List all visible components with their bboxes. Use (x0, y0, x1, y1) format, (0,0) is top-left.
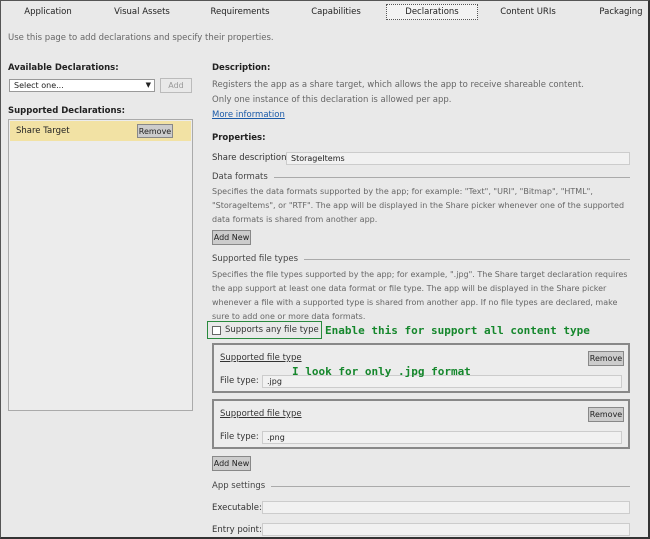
select-value: Select one... (14, 81, 64, 90)
divider (304, 258, 630, 260)
tab-requirements[interactable]: Requirements (200, 4, 280, 20)
executable-input[interactable] (262, 501, 630, 514)
file-type-title: Supported file type (220, 409, 302, 419)
properties-label: Properties: (212, 133, 266, 143)
supported-declarations-label: Supported Declarations: (8, 106, 126, 116)
entry-point-input[interactable] (262, 523, 630, 536)
list-item-share-target[interactable]: Share Target Remove (10, 121, 191, 141)
description-label: Description: (212, 63, 271, 73)
tab-visual-assets[interactable]: Visual Assets (102, 4, 182, 20)
intro-text: Use this page to add declarations and sp… (8, 33, 274, 43)
entry-point-label: Entry point: (212, 525, 262, 535)
add-data-format-button[interactable]: Add New (212, 230, 251, 245)
declaration-select[interactable]: Select one... ▼ (9, 79, 155, 92)
data-formats-text: Specifies the data formats supported by … (212, 187, 625, 224)
data-formats-header: Data formats (212, 171, 630, 183)
file-type-label: File type: (220, 376, 259, 386)
chevron-down-icon: ▼ (145, 81, 151, 89)
share-description-input[interactable]: StorageItems (286, 152, 630, 165)
file-types-label: Supported file types (212, 254, 298, 264)
description-line: Registers the app as a share target, whi… (212, 80, 584, 90)
checkbox-label: Supports any file type (225, 325, 319, 335)
annotation-jpg-only: I look for only .jpg format (292, 365, 471, 378)
data-formats-label: Data formats (212, 172, 268, 182)
description-line: Only one instance of this declaration is… (212, 95, 452, 105)
tab-packaging[interactable]: Packaging (590, 4, 650, 20)
tab-capabilities[interactable]: Capabilities (296, 4, 376, 20)
available-declarations-label: Available Declarations: (8, 63, 119, 73)
divider (273, 176, 630, 178)
share-description-label: Share description: (212, 153, 290, 163)
add-declaration-button[interactable]: Add (160, 78, 192, 93)
more-information-link[interactable]: More information (212, 110, 285, 120)
file-type-input[interactable]: .png (262, 431, 622, 444)
remove-file-type-button[interactable]: Remove (588, 407, 624, 422)
file-types-header: Supported file types (212, 253, 630, 265)
file-type-title: Supported file type (220, 353, 302, 363)
file-type-label: File type: (220, 432, 259, 442)
supported-declarations-list: Share Target Remove (8, 119, 193, 411)
file-type-entry: Supported file type Remove File type: .p… (212, 399, 630, 449)
remove-file-type-button[interactable]: Remove (588, 351, 624, 366)
app-settings-label: App settings (212, 481, 266, 491)
supports-any-file-type-checkbox[interactable]: Supports any file type (207, 321, 322, 339)
tab-declarations[interactable]: Declarations (386, 4, 478, 20)
file-types-text: Specifies the file types supported by th… (212, 270, 628, 321)
add-file-type-button[interactable]: Add New (212, 456, 251, 471)
divider (271, 485, 630, 487)
tab-content-uris[interactable]: Content URIs (492, 4, 564, 20)
list-item-label: Share Target (16, 126, 70, 136)
annotation-any-type: Enable this for support all content type (325, 324, 590, 337)
app-settings-header: App settings (212, 480, 630, 492)
tab-application[interactable]: Application (14, 4, 82, 20)
remove-declaration-button[interactable]: Remove (137, 124, 173, 138)
checkbox-box[interactable] (212, 325, 221, 335)
executable-label: Executable: (212, 503, 262, 513)
